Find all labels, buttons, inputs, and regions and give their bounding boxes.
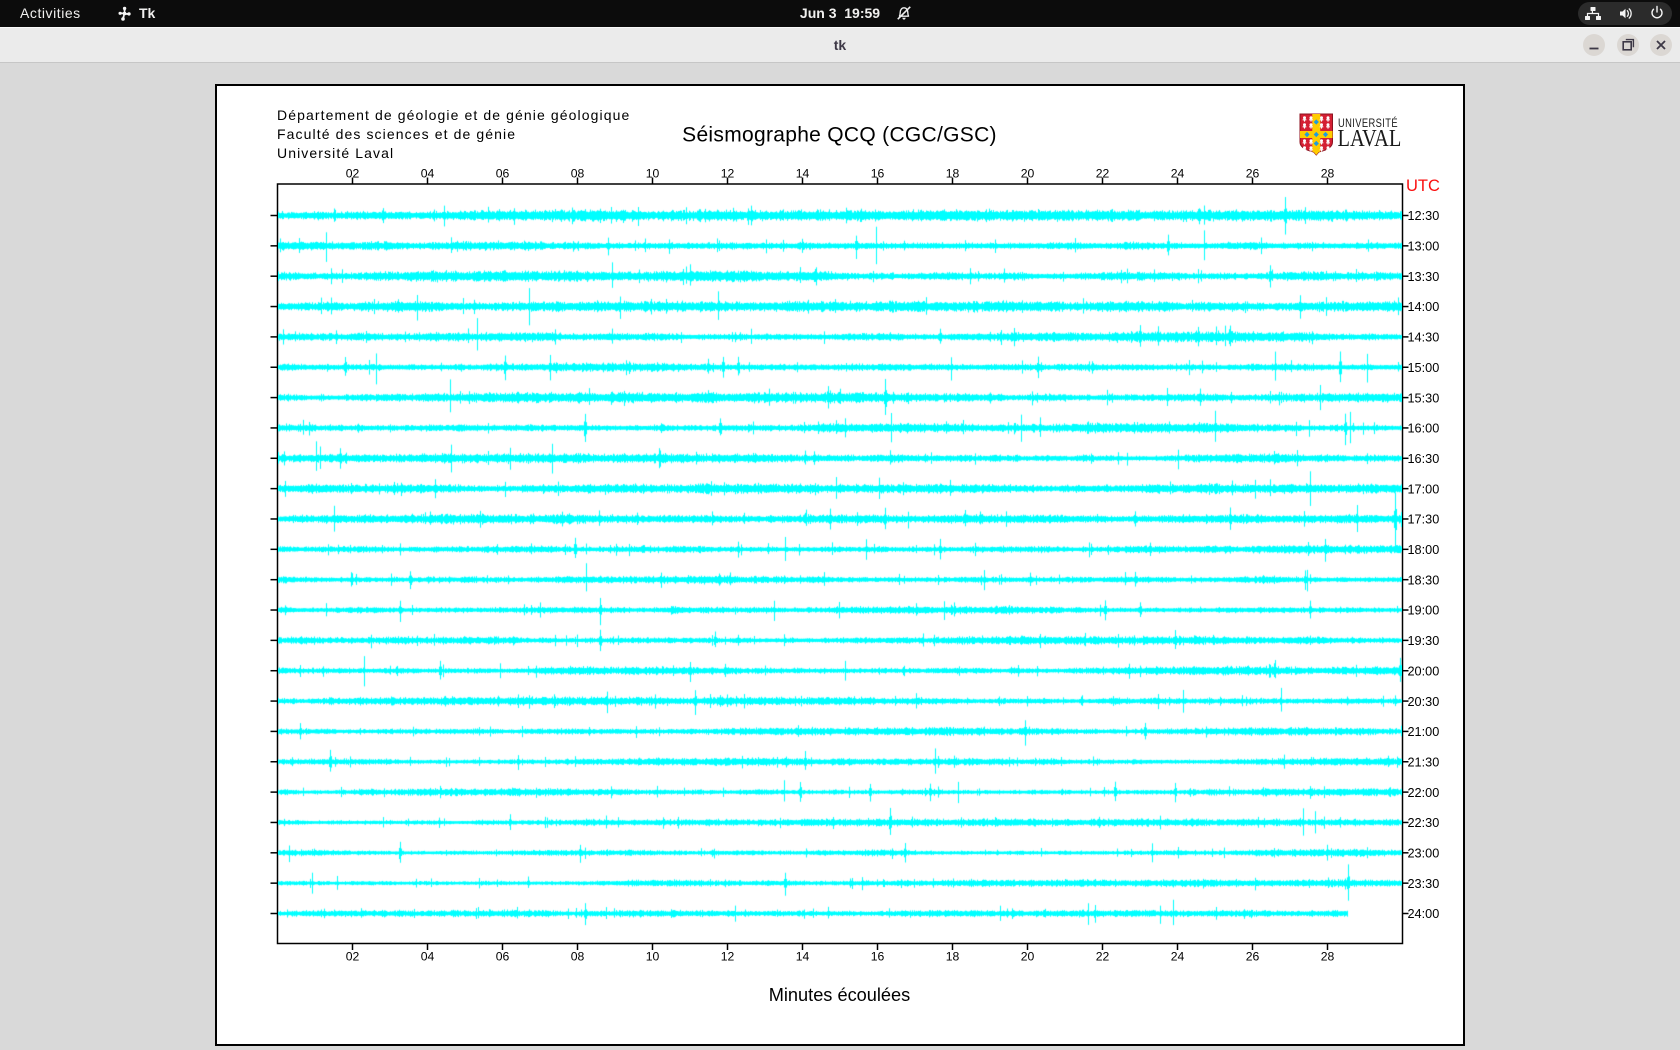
svg-text:20:00: 20:00 (1408, 664, 1440, 678)
svg-text:15:00: 15:00 (1408, 361, 1440, 375)
svg-text:20:30: 20:30 (1408, 695, 1440, 709)
svg-text:28: 28 (1321, 167, 1335, 181)
svg-text:04: 04 (421, 167, 435, 181)
svg-text:08: 08 (571, 950, 585, 964)
svg-text:26: 26 (1246, 167, 1260, 181)
svg-text:19:00: 19:00 (1408, 604, 1440, 618)
svg-text:16:30: 16:30 (1408, 452, 1440, 466)
svg-text:20: 20 (1021, 950, 1035, 964)
svg-text:18:00: 18:00 (1408, 543, 1440, 557)
svg-text:04: 04 (421, 950, 435, 964)
svg-text:10: 10 (646, 950, 660, 964)
svg-text:17:30: 17:30 (1408, 513, 1440, 527)
svg-text:16: 16 (871, 167, 885, 181)
svg-text:28: 28 (1321, 950, 1335, 964)
svg-text:LAVAL: LAVAL (1338, 124, 1402, 151)
svg-text:15:30: 15:30 (1408, 391, 1440, 405)
svg-text:24: 24 (1171, 950, 1185, 964)
svg-text:06: 06 (496, 950, 510, 964)
svg-text:02: 02 (346, 167, 360, 181)
svg-text:06: 06 (496, 167, 510, 181)
svg-text:22:30: 22:30 (1408, 816, 1440, 830)
svg-text:24: 24 (1171, 167, 1185, 181)
svg-text:22: 22 (1096, 950, 1110, 964)
svg-text:Université Laval: Université Laval (277, 145, 394, 161)
svg-text:14: 14 (796, 167, 810, 181)
svg-text:22: 22 (1096, 167, 1110, 181)
svg-text:23:00: 23:00 (1408, 847, 1440, 861)
svg-text:14:30: 14:30 (1408, 331, 1440, 345)
svg-text:UTC: UTC (1406, 177, 1440, 195)
svg-text:16: 16 (871, 950, 885, 964)
svg-text:Séismographe QCQ (CGC/GSC): Séismographe QCQ (CGC/GSC) (682, 124, 997, 147)
svg-text:12: 12 (721, 167, 735, 181)
svg-text:21:30: 21:30 (1408, 755, 1440, 769)
svg-text:19:30: 19:30 (1408, 634, 1440, 648)
svg-text:16:00: 16:00 (1408, 422, 1440, 436)
svg-text:26: 26 (1246, 950, 1260, 964)
svg-text:18: 18 (946, 950, 960, 964)
svg-text:18: 18 (946, 167, 960, 181)
svg-text:20: 20 (1021, 167, 1035, 181)
svg-text:12:30: 12:30 (1408, 209, 1440, 223)
svg-text:Faculté des sciences et de gén: Faculté des sciences et de génie (277, 126, 516, 142)
svg-text:14: 14 (796, 950, 810, 964)
svg-text:17:00: 17:00 (1408, 482, 1440, 496)
svg-text:18:30: 18:30 (1408, 573, 1440, 587)
svg-text:21:00: 21:00 (1408, 725, 1440, 739)
svg-text:14:00: 14:00 (1408, 300, 1440, 314)
svg-text:10: 10 (646, 167, 660, 181)
svg-text:02: 02 (346, 950, 360, 964)
svg-text:Département de géologie et de: Département de géologie et de génie géol… (277, 107, 630, 123)
svg-text:24:00: 24:00 (1408, 907, 1440, 921)
svg-text:23:30: 23:30 (1408, 877, 1440, 891)
svg-text:22:00: 22:00 (1408, 786, 1440, 800)
svg-text:13:00: 13:00 (1408, 240, 1440, 254)
svg-text:13:30: 13:30 (1408, 270, 1440, 284)
svg-text:08: 08 (571, 167, 585, 181)
svg-text:12: 12 (721, 950, 735, 964)
svg-text:Minutes écoulées: Minutes écoulées (769, 985, 911, 1005)
